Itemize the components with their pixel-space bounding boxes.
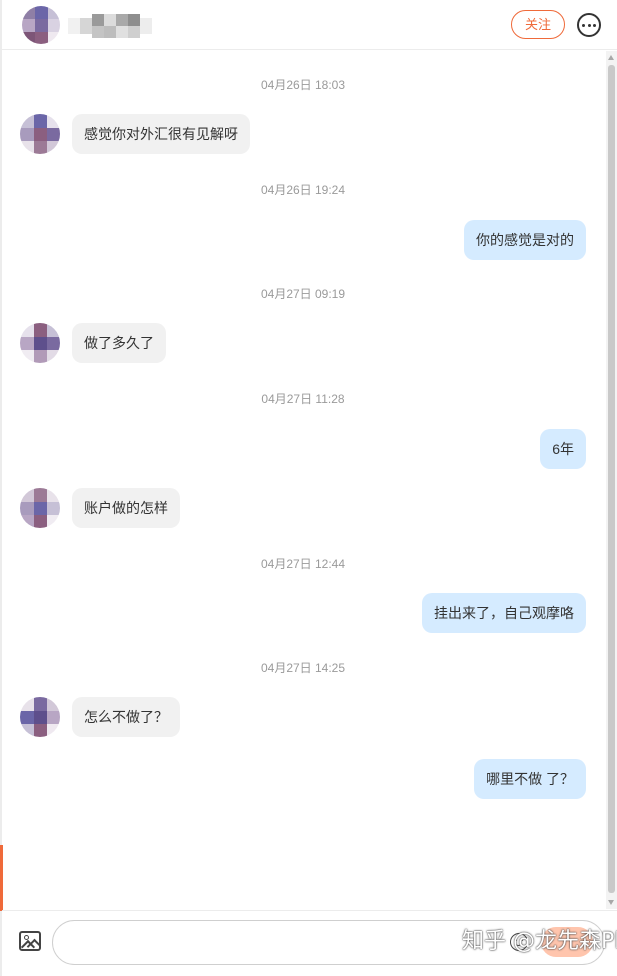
more-dots-icon[interactable] xyxy=(577,13,601,37)
chat-header: 关注 xyxy=(2,0,617,50)
outgoing-message[interactable]: 挂出来了，自己观摩咯 xyxy=(422,593,586,633)
scroll-up-arrow-icon[interactable] xyxy=(608,55,614,60)
follow-button[interactable]: 关注 xyxy=(511,10,565,39)
outgoing-message[interactable]: 哪里不做 了？ xyxy=(474,759,586,799)
message-timestamp: 04月27日 12:44 xyxy=(260,557,346,571)
outgoing-message[interactable]: 你的感觉是对的 xyxy=(464,220,586,260)
incoming-message[interactable]: 怎么不做了？ xyxy=(72,697,180,737)
message-timestamp: 04月26日 19:24 xyxy=(260,183,346,197)
message-timestamp: 04月26日 18:03 xyxy=(260,78,346,92)
sender-avatar[interactable] xyxy=(20,114,60,154)
contact-avatar[interactable] xyxy=(22,6,60,44)
sender-avatar[interactable] xyxy=(20,697,60,737)
message-list[interactable]: 04月26日 18:03 感觉你对外汇很有见解呀 04月26日 19:24 你的… xyxy=(2,51,606,909)
sender-avatar[interactable] xyxy=(20,323,60,363)
watermark: 知乎 @龙先森Plus xyxy=(462,929,617,954)
scroll-down-arrow-icon[interactable] xyxy=(608,900,614,905)
message-timestamp: 04月27日 14:25 xyxy=(260,661,346,675)
message-timestamp: 04月27日 09:19 xyxy=(260,287,346,301)
sender-avatar[interactable] xyxy=(20,488,60,528)
message-timestamp: 04月27日 11:28 xyxy=(261,392,345,406)
scrollbar[interactable] xyxy=(606,51,617,909)
scrollbar-thumb[interactable] xyxy=(608,65,615,893)
image-icon[interactable] xyxy=(19,931,41,951)
incoming-message[interactable]: 账户做的怎样 xyxy=(72,488,180,528)
contact-name-redacted xyxy=(68,14,152,38)
incoming-message[interactable]: 做了多久了 xyxy=(72,323,166,363)
outgoing-message[interactable]: 6年 xyxy=(540,429,586,469)
incoming-message[interactable]: 感觉你对外汇很有见解呀 xyxy=(72,114,250,154)
message-input-bar: 知乎 @龙先森Plus xyxy=(2,910,617,976)
